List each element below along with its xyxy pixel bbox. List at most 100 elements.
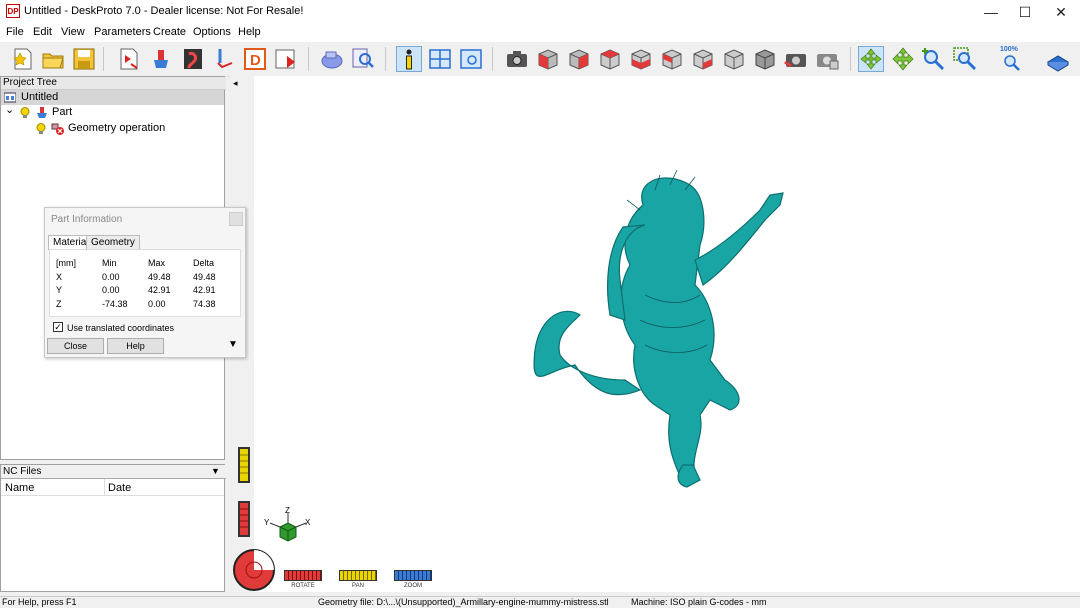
rotate-dial-icon[interactable] [232, 548, 276, 592]
view-bottom-icon[interactable] [721, 46, 747, 72]
view-iso-icon[interactable] [535, 46, 561, 72]
zoom-button[interactable] [394, 570, 432, 581]
close-button[interactable]: Close [47, 338, 104, 354]
snapshot-icon[interactable] [783, 46, 809, 72]
preview-search-icon[interactable] [350, 46, 376, 72]
view-right-icon[interactable] [597, 46, 623, 72]
title-bar: DP Untitled - DeskProto 7.0 - Dealer lic… [0, 0, 1080, 24]
new-file-icon[interactable] [10, 46, 36, 72]
view-cube-icon[interactable] [752, 46, 778, 72]
help-button[interactable]: Help [107, 338, 164, 354]
lightbulb-icon[interactable] [20, 107, 30, 119]
write-nc-icon[interactable] [273, 46, 299, 72]
table-cell: -74.38 [102, 299, 128, 309]
tree-item-part[interactable]: ⌄ Part [1, 103, 224, 120]
axis-label-z: Z [285, 506, 290, 515]
menu-view[interactable]: View [61, 26, 85, 38]
screenshot-icon[interactable] [814, 46, 840, 72]
save-icon[interactable] [71, 46, 97, 72]
axis-label-x: X [305, 518, 311, 527]
toolpath-icon[interactable] [212, 46, 238, 72]
tree-item-label: Untitled [21, 91, 59, 103]
maximize-button[interactable]: ☐ [1008, 0, 1042, 24]
table-cell: 42.91 [148, 285, 171, 295]
table-cell: X [56, 272, 63, 282]
table-cell: 49.48 [193, 272, 216, 282]
tree-item-label: Part [52, 106, 73, 118]
translated-coordinates-checkbox[interactable]: ✓ [53, 322, 63, 332]
table-header: Min [102, 258, 117, 268]
pan-label: PAN [352, 583, 364, 589]
expand-chevron-icon[interactable]: ⌄ [5, 103, 14, 118]
add-part-icon[interactable] [149, 46, 175, 72]
rotate-button[interactable] [284, 570, 322, 581]
split-view-icon[interactable] [427, 46, 453, 72]
zoom-100-label: 100% [1000, 46, 1018, 53]
table-header: Delta [193, 258, 215, 268]
operation-icon[interactable] [180, 46, 206, 72]
table-cell: 49.48 [148, 272, 171, 282]
pan-arrows-icon[interactable] [890, 46, 916, 72]
zoom-in-icon[interactable] [921, 46, 947, 72]
geometry-operation-icon [51, 123, 64, 135]
close-window-button[interactable]: ✕ [1044, 0, 1078, 24]
table-cell: 0.00 [102, 285, 120, 295]
zoom-window-icon[interactable] [952, 46, 978, 72]
open-folder-icon[interactable] [40, 46, 66, 72]
nc-files-columns: Name Date [1, 479, 224, 496]
rotate-mode-button[interactable] [858, 46, 884, 72]
table-header: [mm] [56, 258, 76, 268]
zoom-100-button[interactable]: 100% [998, 46, 1030, 72]
more-options-icon[interactable]: ▼ [228, 339, 238, 350]
menu-parameters[interactable]: Parameters [94, 26, 151, 38]
table-cell: 74.38 [193, 299, 216, 309]
status-geometry-file: Geometry file: D:\...\(Unsupported)_Armi… [318, 597, 609, 607]
column-divider[interactable] [104, 479, 105, 495]
toolbar-separator [492, 47, 493, 71]
tab-geometry[interactable]: Geometry [86, 235, 140, 249]
column-header-name[interactable]: Name [5, 482, 34, 494]
menu-edit[interactable]: Edit [33, 26, 52, 38]
menu-options[interactable]: Options [193, 26, 231, 38]
help-book-icon[interactable] [1045, 46, 1071, 72]
menu-help[interactable]: Help [238, 26, 261, 38]
3d-model-figure[interactable] [525, 165, 790, 490]
zoom-label: ZOOM [404, 583, 422, 589]
red-slider-icon[interactable] [237, 500, 251, 538]
collapse-panel-icon[interactable]: ◂ [233, 78, 238, 89]
project-icon [4, 92, 16, 103]
svg-text:D: D [250, 52, 261, 69]
magnifier-icon [1004, 55, 1020, 71]
pan-button[interactable] [339, 570, 377, 581]
minimize-button[interactable]: — [974, 0, 1008, 24]
menu-file[interactable]: File [6, 26, 24, 38]
view-top-icon[interactable] [628, 46, 654, 72]
part-info-button[interactable] [396, 46, 422, 72]
dialog-close-box[interactable] [229, 212, 243, 226]
table-cell: 0.00 [102, 272, 120, 282]
tree-item-geometry-operation[interactable]: Geometry operation [1, 121, 224, 136]
simulate-icon[interactable] [319, 46, 345, 72]
project-tree-header: Project Tree [1, 77, 226, 90]
camera-icon[interactable] [504, 46, 530, 72]
deskproto-d-icon[interactable]: D [242, 46, 268, 72]
lightbulb-icon[interactable] [36, 123, 46, 135]
info-icon [406, 49, 412, 70]
part-properties-icon[interactable] [117, 46, 143, 72]
menu-bar: File Edit View Parameters Create Options… [0, 24, 1080, 42]
part-information-dialog: Part Information Material Geometry [mm] … [44, 207, 246, 358]
view-back-icon[interactable] [659, 46, 685, 72]
view-front-icon[interactable] [566, 46, 592, 72]
toolbar-separator [308, 47, 309, 71]
nc-files-dropdown-icon[interactable]: ▼ [211, 465, 220, 478]
view-window-icon[interactable] [458, 46, 484, 72]
nc-files-panel: NC Files ▼ Name Date [0, 464, 226, 592]
nc-files-header: NC Files ▼ [1, 465, 226, 479]
tree-item-label: Geometry operation [68, 122, 166, 134]
yellow-slider-icon[interactable] [237, 446, 251, 484]
column-header-date[interactable]: Date [108, 482, 131, 494]
toolbar-separator [385, 47, 386, 71]
menu-create[interactable]: Create [153, 26, 186, 38]
tree-item-untitled[interactable]: Untitled [1, 90, 224, 105]
view-left-icon[interactable] [690, 46, 716, 72]
